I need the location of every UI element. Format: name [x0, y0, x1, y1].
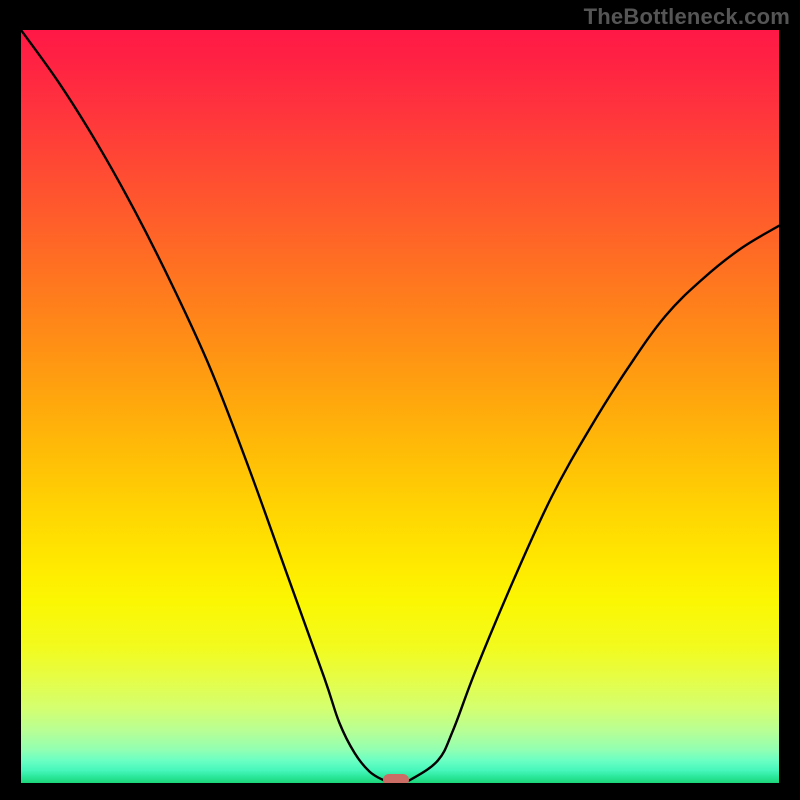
- bottleneck-curve-svg: [21, 30, 779, 783]
- chart-frame: TheBottleneck.com: [0, 0, 800, 800]
- watermark-label: TheBottleneck.com: [584, 4, 790, 30]
- optimal-marker: [383, 774, 409, 783]
- bottleneck-curve: [21, 30, 779, 783]
- plot-area: [21, 30, 779, 783]
